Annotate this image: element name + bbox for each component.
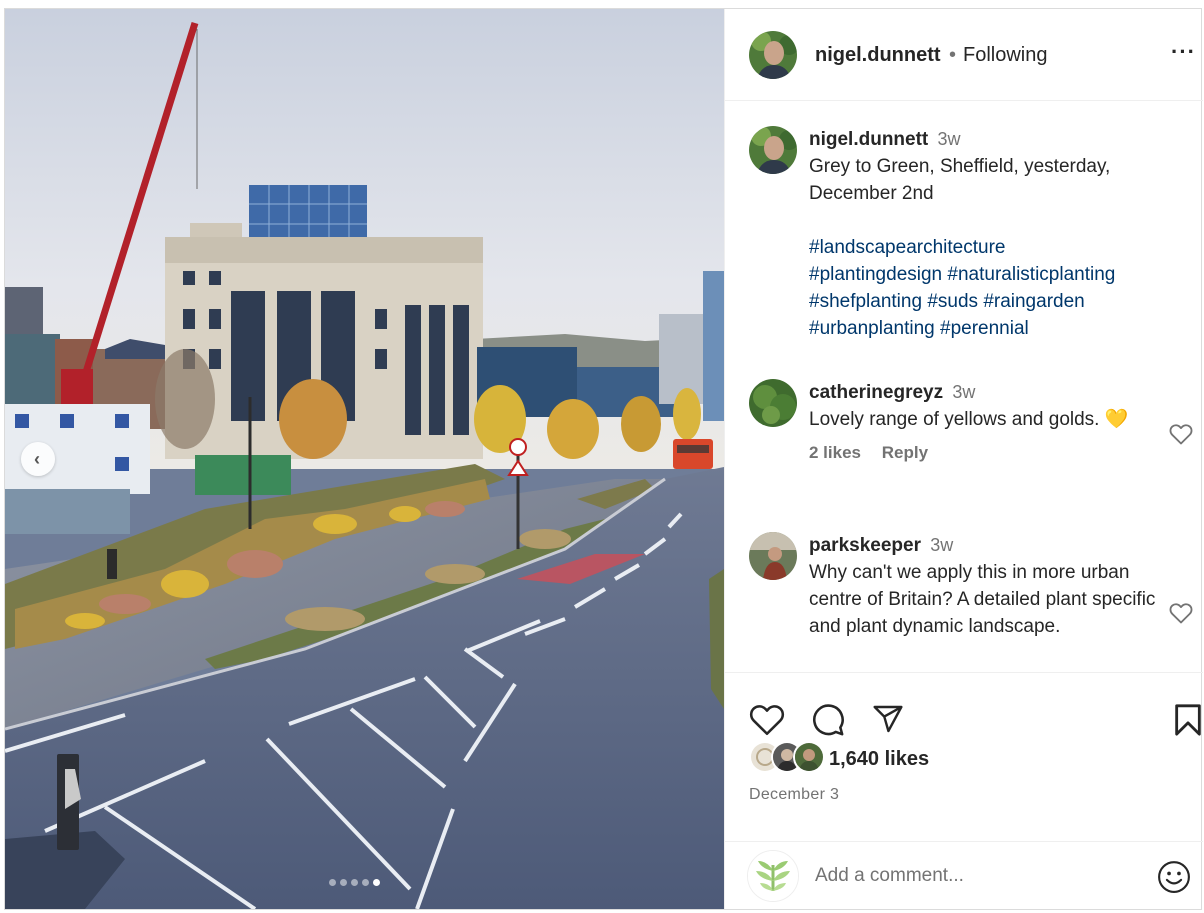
bookmark-icon[interactable] xyxy=(1173,703,1203,737)
heart-icon[interactable] xyxy=(1169,423,1193,445)
comment-username[interactable]: parkskeeper xyxy=(809,535,921,556)
smiley-icon[interactable] xyxy=(1157,860,1191,894)
hashtag-link[interactable]: #landscapearchitecture xyxy=(809,237,1005,258)
hashtag-link[interactable]: #raingarden xyxy=(983,291,1084,312)
comment-time[interactable]: 3w xyxy=(930,535,953,555)
carousel-prev-button[interactable]: ‹ xyxy=(21,442,55,476)
post-header: nigel.dunnett • Following ··· xyxy=(725,9,1203,101)
comment-time[interactable]: 3w xyxy=(952,382,975,402)
comment-composer xyxy=(725,841,1203,910)
hashtag-link[interactable]: #urbanplanting xyxy=(809,318,935,339)
comment-body: parkskeeper 3w Why can't we apply this i… xyxy=(809,532,1159,640)
caption-hashtags: #landscapearchitecture #plantingdesign #… xyxy=(809,234,1159,342)
hashtag-link[interactable]: #perennial xyxy=(940,318,1029,339)
reply-button[interactable]: Reply xyxy=(882,443,928,462)
more-options-icon[interactable]: ··· xyxy=(1171,39,1196,65)
dot-separator: • xyxy=(949,44,957,66)
post-actions: 1,640 likes December 3 xyxy=(725,672,1203,909)
caption-time[interactable]: 3w xyxy=(938,129,961,149)
comment-meta: 2 likes Reply xyxy=(809,443,1159,463)
caption-username[interactable]: nigel.dunnett xyxy=(809,129,928,150)
caption-avatar[interactable] xyxy=(749,126,797,174)
comment-bubble-icon[interactable] xyxy=(811,703,845,737)
liker-avatars[interactable] xyxy=(749,741,829,775)
commenter-avatar[interactable] xyxy=(749,379,797,427)
post-dialog: ‹ nigel.dunnett • Following ··· nigel.du… xyxy=(4,8,1203,910)
following-button[interactable]: Following xyxy=(963,44,1047,67)
comment-username[interactable]: catherinegreyz xyxy=(809,382,943,403)
street-scene-illustration xyxy=(5,9,724,909)
post-date[interactable]: December 3 xyxy=(749,786,839,804)
add-comment-input[interactable] xyxy=(815,858,1135,894)
author-username[interactable]: nigel.dunnett xyxy=(815,44,941,67)
comment-body: catherinegreyz 3w Lovely range of yellow… xyxy=(809,379,1159,463)
commenter-avatar[interactable] xyxy=(749,532,797,580)
carousel-dot xyxy=(329,879,336,886)
hashtag-link[interactable]: #naturalisticplanting xyxy=(947,264,1115,285)
caption-body: nigel.dunnett 3w Grey to Green, Sheffiel… xyxy=(809,126,1159,342)
heart-icon[interactable] xyxy=(749,703,785,736)
carousel-dot xyxy=(340,879,347,886)
comment-text: Why can't we apply this in more urban ce… xyxy=(809,562,1156,637)
liker-avatar xyxy=(793,741,825,773)
chevron-left-icon: ‹ xyxy=(34,449,40,469)
viewer-avatar xyxy=(747,850,799,902)
carousel-dot-active xyxy=(373,879,380,886)
author-avatar[interactable] xyxy=(749,31,797,79)
hashtag-link[interactable]: #plantingdesign xyxy=(809,264,942,285)
carousel-dot xyxy=(351,879,358,886)
carousel-indicator xyxy=(329,879,380,886)
comment-likes[interactable]: 2 likes xyxy=(809,443,861,462)
hashtag-link[interactable]: #shefplanting xyxy=(809,291,922,312)
post-photo[interactable]: ‹ xyxy=(5,9,724,909)
heart-icon[interactable] xyxy=(1169,602,1193,624)
caption-text: Grey to Green, Sheffield, yesterday, Dec… xyxy=(809,156,1111,204)
post-side-panel: nigel.dunnett • Following ··· nigel.dunn… xyxy=(724,9,1203,909)
carousel-dot xyxy=(362,879,369,886)
hashtag-link[interactable]: #suds xyxy=(927,291,978,312)
likes-count[interactable]: 1,640 likes xyxy=(829,748,929,771)
comment-text: Lovely range of yellows and golds. 💛 xyxy=(809,409,1129,430)
comments-list[interactable]: nigel.dunnett 3w Grey to Green, Sheffiel… xyxy=(725,102,1203,672)
paper-plane-icon[interactable] xyxy=(871,703,905,735)
